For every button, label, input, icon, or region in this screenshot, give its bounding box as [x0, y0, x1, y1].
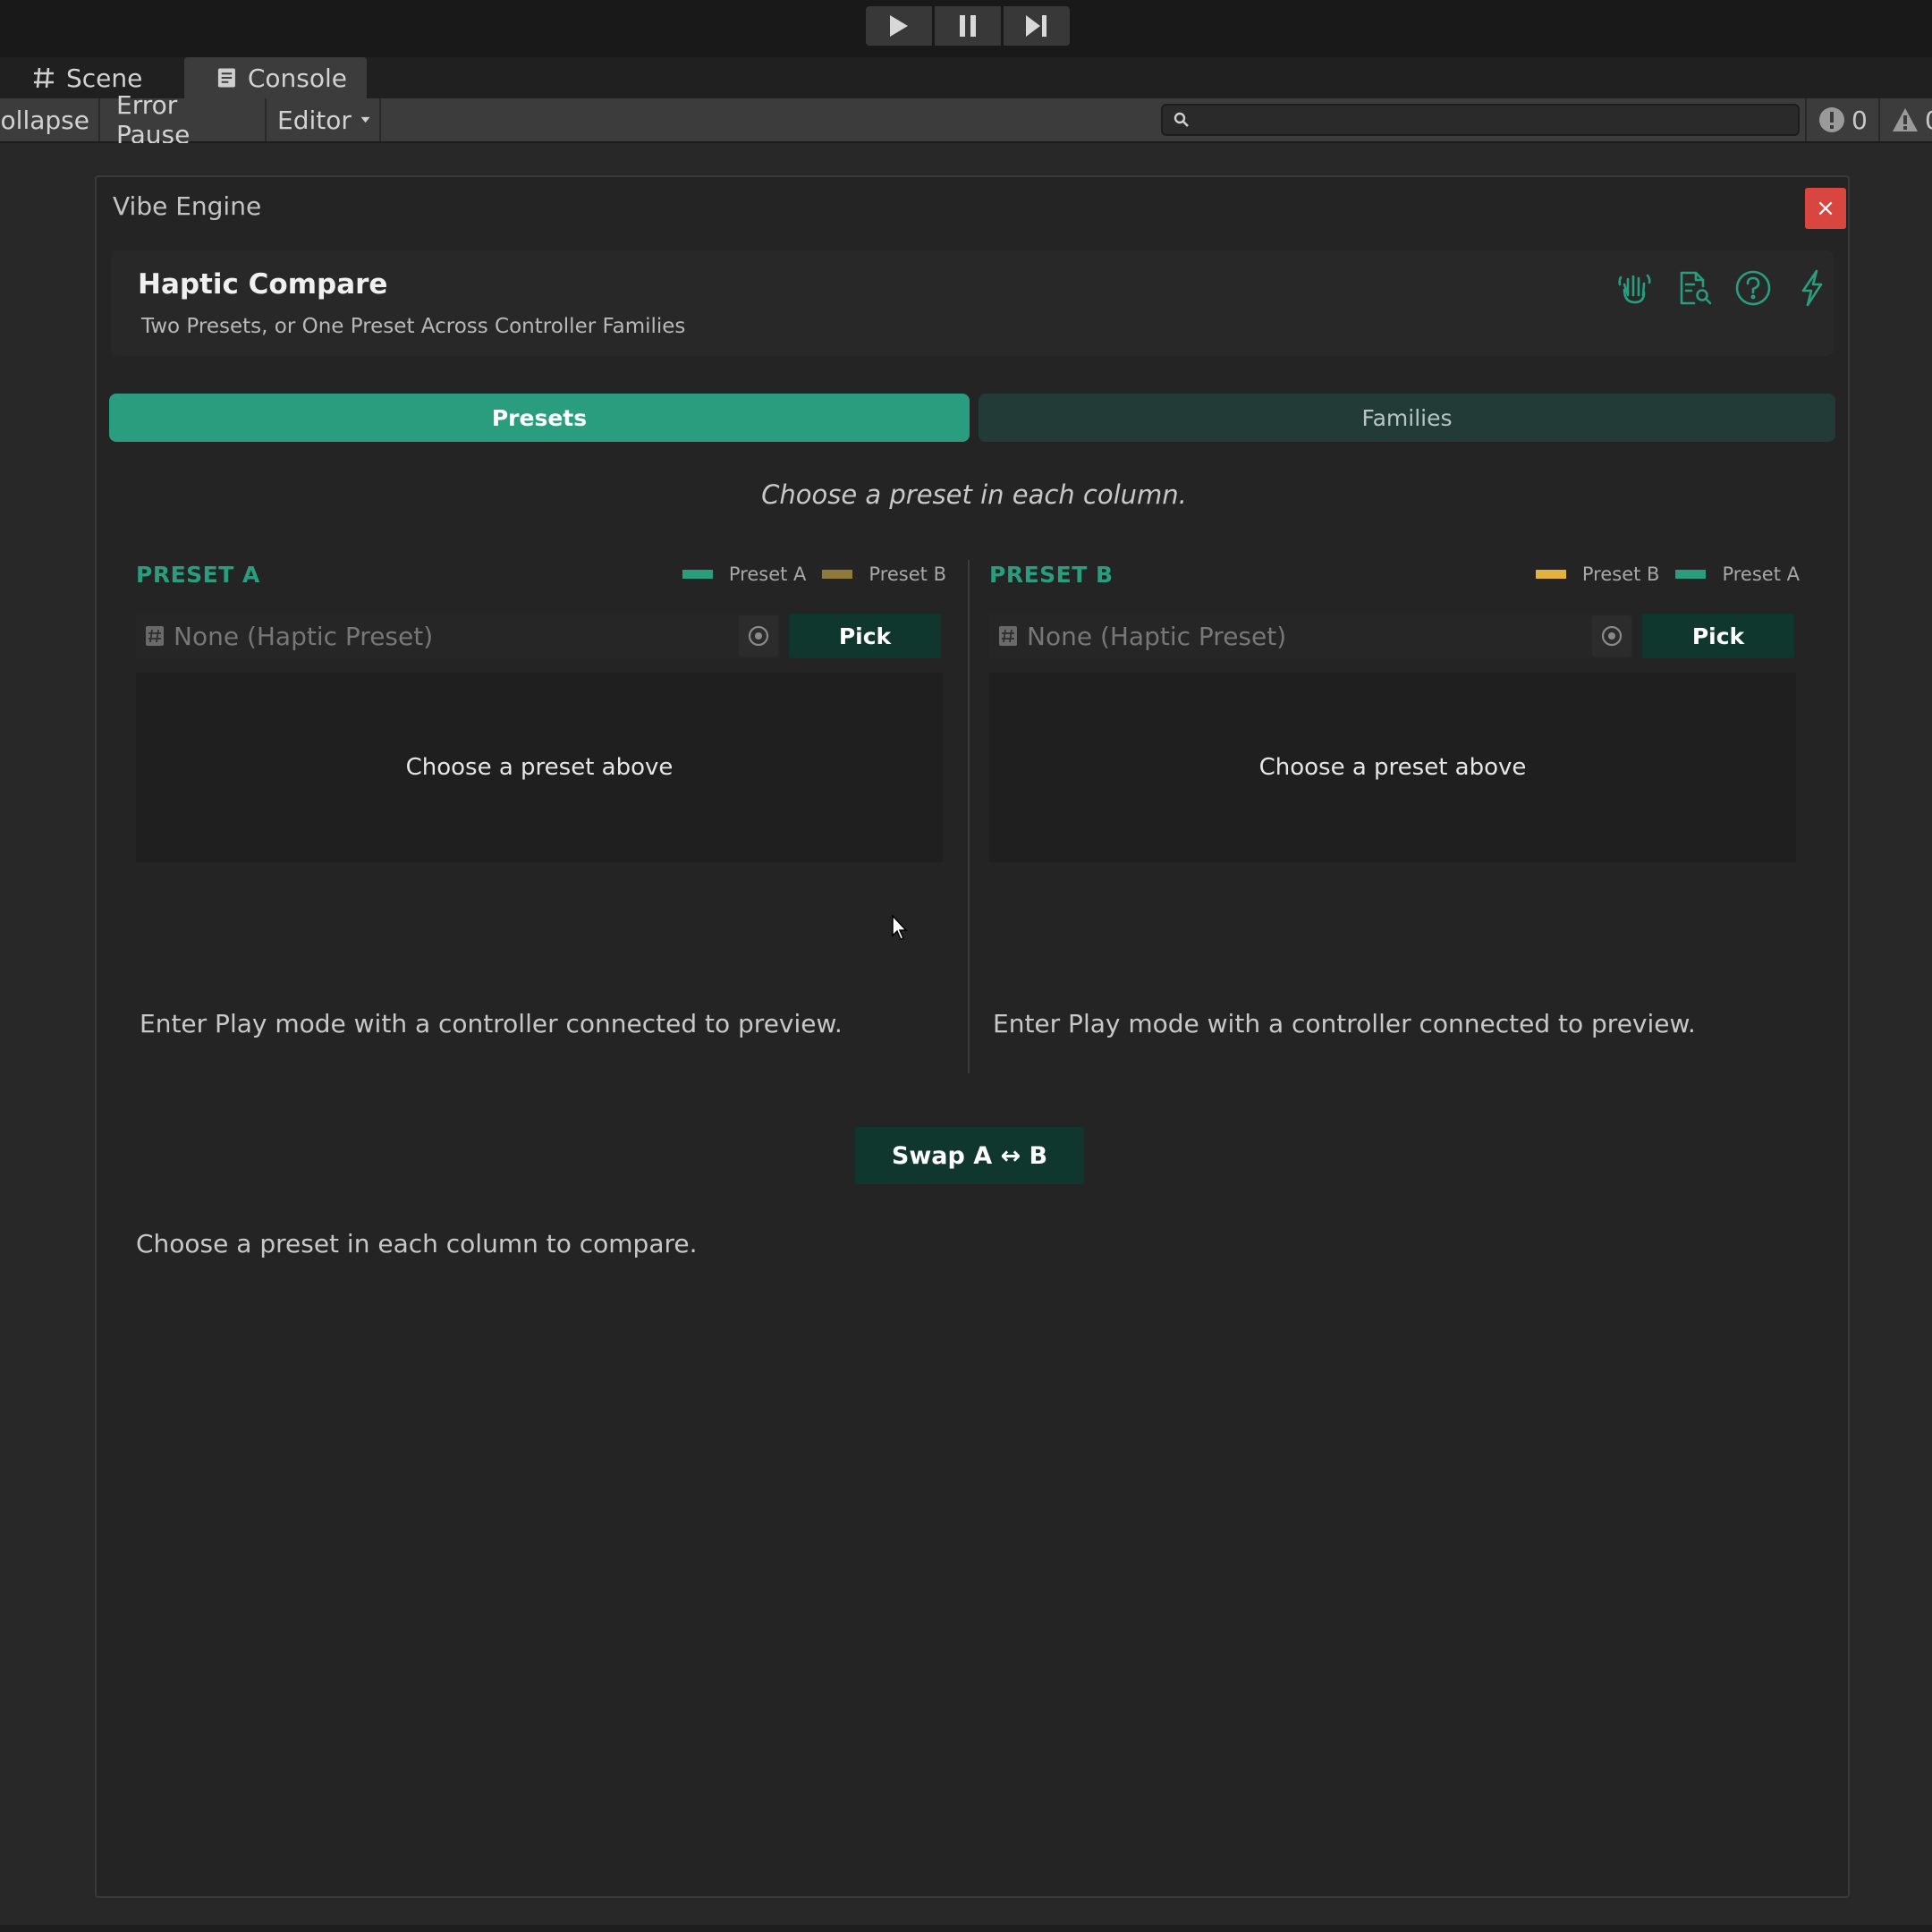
preset-a-label: PRESET A	[136, 562, 260, 588]
instruction-hint: Choose a preset in each column.	[761, 479, 1187, 510]
tab-presets[interactable]: Presets	[109, 394, 970, 442]
bottom-strip	[0, 1925, 1932, 1932]
legend-swatch	[1535, 570, 1566, 579]
target-icon	[748, 625, 769, 647]
preset-b-field-row: None (Haptic Preset) Pick	[989, 614, 1796, 658]
preset-b-column: PRESET B Preset B Preset A None (Haptic …	[989, 562, 1803, 1038]
warning-count: 0	[1925, 106, 1932, 135]
preset-a-field-row: None (Haptic Preset) Pick	[136, 614, 943, 658]
preset-b-label: PRESET B	[989, 562, 1114, 588]
error-pause-label: Error Pause	[116, 90, 191, 149]
mode-tabs: Presets Families	[109, 394, 1835, 442]
lightning-icon[interactable]	[1792, 268, 1832, 308]
play-icon	[890, 15, 908, 37]
script-asset-icon	[146, 626, 164, 646]
warning-icon	[1893, 108, 1918, 131]
console-icon	[217, 68, 235, 88]
script-asset-icon	[999, 626, 1017, 646]
preset-a-field-value: None (Haptic Preset)	[174, 621, 434, 651]
step-button[interactable]	[1004, 6, 1070, 46]
header-card: Haptic Compare Two Presets, or One Prese…	[111, 250, 1834, 356]
vibe-engine-window: Vibe Engine × Haptic Compare Two Presets…	[95, 175, 1850, 1898]
error-pause-button[interactable]: Error Pause	[107, 90, 267, 149]
collapse-button[interactable]: Collapse	[0, 98, 100, 141]
legend-label: Preset A	[1722, 564, 1800, 585]
pause-icon	[960, 15, 976, 37]
preset-a-preview-note: Enter Play mode with a controller connec…	[140, 1009, 843, 1038]
legend-swatch	[822, 570, 853, 579]
header-icon-bar	[1615, 268, 1832, 308]
error-counter[interactable]: 0	[1805, 98, 1868, 141]
play-button[interactable]	[866, 6, 932, 46]
warning-counter[interactable]: 0	[1878, 98, 1932, 141]
legend-swatch	[1675, 570, 1707, 579]
document-search-icon[interactable]	[1674, 268, 1714, 308]
pause-button[interactable]	[935, 6, 1001, 46]
preset-b-field-value: None (Haptic Preset)	[1027, 621, 1287, 651]
swap-button[interactable]: Swap A ↔ B	[855, 1127, 1084, 1184]
preset-b-header: PRESET B Preset B Preset A	[989, 562, 1803, 597]
error-count: 0	[1852, 105, 1868, 135]
preset-b-preview-note: Enter Play mode with a controller connec…	[993, 1009, 1696, 1038]
editor-dropdown[interactable]: Editor	[268, 98, 381, 141]
legend-label: Preset A	[728, 564, 807, 585]
editor-dropdown-label: Editor	[277, 105, 352, 135]
close-button[interactable]: ×	[1805, 188, 1846, 229]
preset-a-column: PRESET A Preset A Preset B None (Haptic …	[136, 562, 950, 1038]
play-controls	[866, 6, 1070, 46]
help-icon[interactable]	[1733, 268, 1773, 308]
preset-b-placeholder: Choose a preset above	[989, 673, 1796, 862]
tab-families[interactable]: Families	[979, 394, 1835, 442]
preset-a-legend: Preset A Preset B	[682, 564, 946, 585]
error-icon	[1819, 107, 1844, 132]
preset-a-pick-button[interactable]: Pick	[789, 614, 941, 658]
legend-item: Preset B	[822, 564, 946, 585]
preset-a-object-picker[interactable]	[739, 615, 778, 657]
console-toolbar: Collapse Error Pause Editor 0 0	[0, 90, 1932, 149]
target-icon	[1601, 625, 1623, 647]
chevron-down-icon	[360, 116, 370, 123]
editor-tab-strip: Scene Console	[0, 57, 1932, 98]
legend-item: Preset A	[682, 564, 807, 585]
step-icon	[1026, 15, 1046, 37]
preset-a-placeholder: Choose a preset above	[136, 673, 943, 862]
legend-label: Preset B	[869, 564, 946, 585]
tab-scene-label: Scene	[66, 63, 143, 93]
grid-icon	[34, 67, 54, 89]
tab-console-label: Console	[247, 63, 347, 93]
preset-b-legend: Preset B Preset A	[1535, 564, 1800, 585]
column-divider	[968, 560, 970, 1073]
legend-item: Preset B	[1535, 564, 1660, 585]
window-title: Vibe Engine	[113, 191, 262, 221]
preset-a-header: PRESET A Preset A Preset B	[136, 562, 950, 597]
page-subtitle: Two Presets, or One Preset Across Contro…	[141, 315, 686, 338]
preset-b-pick-button[interactable]: Pick	[1642, 614, 1794, 658]
preset-a-object-field[interactable]: None (Haptic Preset)	[136, 614, 780, 658]
console-search-input[interactable]	[1161, 104, 1800, 136]
search-icon	[1174, 112, 1189, 127]
top-toolbar	[0, 0, 1932, 57]
compare-status-note: Choose a preset in each column to compar…	[136, 1229, 698, 1258]
legend-label: Preset B	[1581, 564, 1660, 585]
hand-wave-icon[interactable]	[1615, 268, 1655, 308]
legend-swatch	[682, 570, 713, 579]
legend-item: Preset A	[1675, 564, 1800, 585]
mouse-cursor-icon	[892, 914, 908, 940]
preset-b-object-picker[interactable]	[1592, 615, 1631, 657]
preset-b-object-field[interactable]: None (Haptic Preset)	[989, 614, 1633, 658]
collapse-label: Collapse	[0, 105, 89, 135]
page-title: Haptic Compare	[138, 268, 388, 301]
